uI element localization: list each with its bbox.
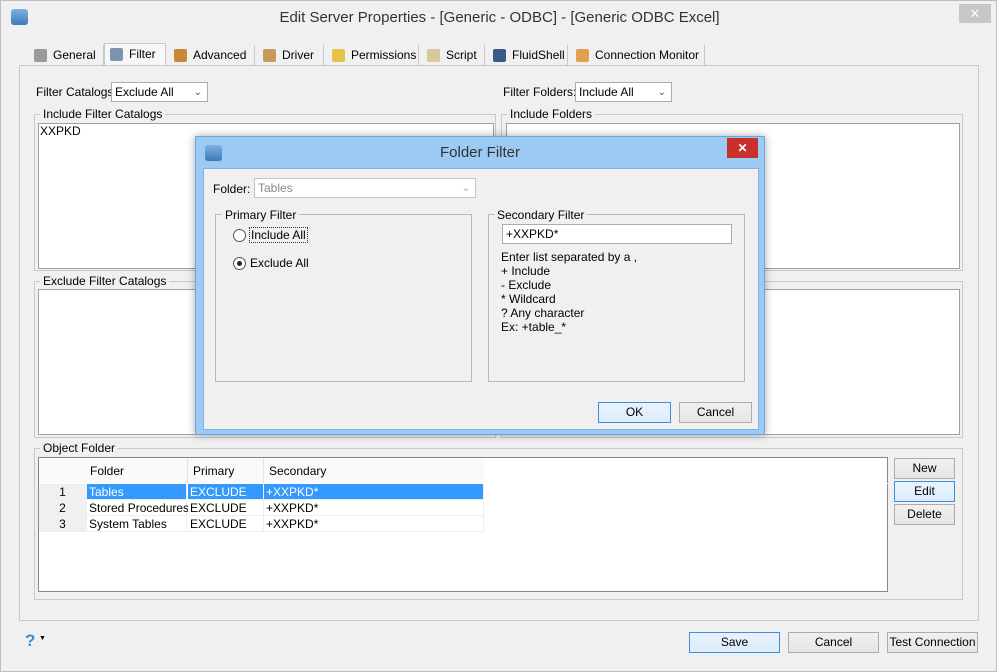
primary-cell[interactable]: EXCLUDE	[188, 484, 264, 500]
help-line: - Exclude	[501, 278, 552, 292]
include-all-label[interactable]: Include All	[249, 227, 308, 243]
include-catalogs-title: Include Filter Catalogs	[40, 107, 166, 121]
help-dropdown-icon[interactable]: ▼	[39, 635, 46, 642]
window-title: Edit Server Properties - [Generic - ODBC…	[279, 9, 720, 26]
folder-filter-dialog: Folder Filter ✕ Folder: Tables ⌄ Primary …	[195, 136, 765, 435]
secondary-cell[interactable]: +XXPKD*	[264, 484, 484, 500]
object-folder-table[interactable]: Folder Primary Secondary 1 Tables EXCLUDE +…	[38, 457, 888, 592]
secondary-cell[interactable]: +XXPKD*	[264, 516, 484, 532]
filter-folders-label: Filter Folders:	[503, 85, 577, 99]
tab-label: Advanced	[193, 48, 247, 62]
driver-icon	[263, 49, 276, 62]
exclude-all-label[interactable]: Exclude All	[250, 256, 309, 270]
column-header-folder[interactable]: Folder	[88, 463, 124, 479]
tab-label: Permissions	[351, 48, 417, 62]
row-number: 2	[39, 500, 87, 516]
help-line: * Wildcard	[501, 292, 556, 306]
tab-fluidshell[interactable]: FluidShell	[488, 45, 568, 66]
selected-value: Tables	[258, 181, 293, 195]
tab-filter[interactable]: Filter	[104, 43, 166, 66]
table-row[interactable]: 2 Stored Procedures EXCLUDE +XXPKD*	[39, 500, 484, 516]
table-header: Folder Primary Secondary	[39, 458, 484, 483]
dialog-cancel-button[interactable]: Cancel	[679, 402, 752, 423]
secondary-cell[interactable]: +XXPKD*	[264, 500, 484, 516]
tab-label: Filter	[129, 47, 156, 61]
filter-catalogs-select[interactable]: Exclude All ⌄	[111, 82, 208, 102]
secondary-filter-input[interactable]: +XXPKD*	[502, 224, 732, 244]
tab-label: General	[53, 48, 96, 62]
secondary-filter-help: Enter list separated by a , + Include - …	[501, 250, 637, 334]
folder-cell[interactable]: Stored Procedures	[87, 500, 189, 516]
selected-value: Exclude All	[115, 85, 174, 99]
selected-value: Include All	[579, 85, 634, 99]
object-folder-title: Object Folder	[40, 441, 119, 455]
save-button[interactable]: Save	[689, 632, 780, 653]
tab-label: Script	[446, 48, 477, 62]
filter-icon	[110, 48, 123, 61]
table-row[interactable]: 3 System Tables EXCLUDE +XXPKD*	[39, 516, 484, 532]
tab-general[interactable]: General	[29, 45, 104, 66]
row-number: 3	[39, 516, 87, 532]
filter-catalogs-label: Filter Catalogs	[36, 85, 114, 99]
fluidshell-icon	[493, 49, 506, 62]
chevron-down-icon: ⌄	[461, 183, 470, 194]
tab-advanced[interactable]: Advanced	[169, 45, 255, 66]
primary-cell[interactable]: EXCLUDE	[188, 500, 264, 516]
help-line: ? Any character	[501, 306, 585, 320]
filter-folders-select[interactable]: Include All ⌄	[575, 82, 672, 102]
exclude-all-radio[interactable]	[233, 257, 246, 270]
help-line: Ex: +table_*	[501, 320, 567, 334]
include-folders-title: Include Folders	[507, 107, 596, 121]
table-row[interactable]: 1 Tables EXCLUDE +XXPKD*	[39, 484, 484, 500]
help-icon[interactable]: ?	[25, 631, 35, 651]
general-icon	[34, 49, 47, 62]
cancel-button[interactable]: Cancel	[788, 632, 879, 653]
column-header-secondary[interactable]: Secondary	[267, 463, 326, 479]
help-line: Enter list separated by a ,	[501, 250, 638, 264]
exclude-catalogs-title: Exclude Filter Catalogs	[40, 274, 170, 288]
chevron-down-icon: ⌄	[193, 87, 202, 98]
primary-cell[interactable]: EXCLUDE	[188, 516, 264, 532]
tab-label: Connection Monitor	[595, 48, 700, 62]
column-header-primary[interactable]: Primary	[191, 463, 234, 479]
row-number: 1	[39, 484, 87, 500]
dialog-title: Folder Filter	[439, 144, 521, 161]
connection-monitor-icon	[576, 49, 589, 62]
folder-cell[interactable]: System Tables	[87, 516, 187, 532]
new-button[interactable]: New	[894, 458, 955, 479]
tab-label: Driver	[282, 48, 314, 62]
advanced-icon	[174, 49, 187, 62]
folder-label: Folder:	[213, 182, 251, 196]
folder-cell[interactable]: Tables	[87, 484, 187, 500]
permissions-icon	[332, 49, 345, 62]
tab-label: FluidShell	[512, 48, 565, 62]
window-close-button[interactable]: ✕	[959, 4, 991, 23]
tab-driver[interactable]: Driver	[258, 45, 324, 66]
tab-script[interactable]: Script	[422, 45, 485, 66]
test-connection-button[interactable]: Test Connection	[887, 632, 978, 653]
help-line: + Include	[501, 264, 551, 278]
tab-connection-monitor[interactable]: Connection Monitor	[571, 45, 705, 66]
primary-filter-title: Primary Filter	[222, 208, 300, 222]
secondary-filter-title: Secondary Filter	[494, 208, 588, 222]
dialog-body: Folder: Tables ⌄ Primary Filter Include A…	[203, 168, 759, 430]
folder-select[interactable]: Tables ⌄	[254, 178, 476, 198]
tab-permissions[interactable]: Permissions	[327, 45, 419, 66]
ok-button[interactable]: OK	[598, 402, 671, 423]
script-icon	[427, 49, 440, 62]
edit-button[interactable]: Edit	[894, 481, 955, 502]
dialog-close-button[interactable]: ✕	[727, 138, 758, 158]
include-all-radio[interactable]	[233, 229, 246, 242]
chevron-down-icon: ⌄	[657, 87, 666, 98]
delete-button[interactable]: Delete	[894, 504, 955, 525]
